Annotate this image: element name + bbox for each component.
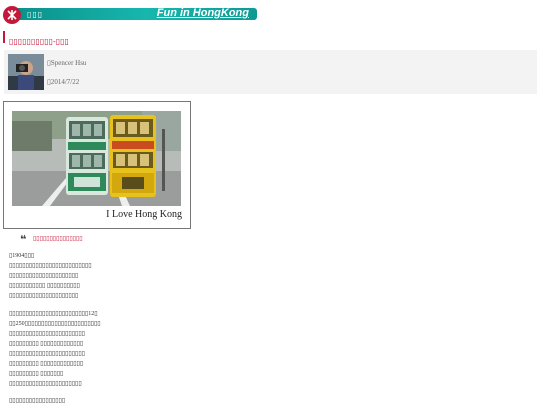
body-line: ▯▯▯▯▯▯▯▯▯▯▯▯▯▯▯▯▯▯▯▯▯▯▯ [9, 351, 85, 357]
yellow-tram [110, 115, 156, 197]
body-line: ▯▯▯▯▯▯▯▯▯▯▯▯▯▯▯▯▯▯▯▯▯ [9, 293, 79, 299]
banner-nav-text[interactable]: ▯▯▯ [27, 10, 43, 19]
body-line: ▯▯▯▯▯▯▯▯▯▯▯▯▯▯▯▯▯▯▯▯▯ [9, 273, 79, 279]
body-line: ▯▯▯▯▯▯▯▯▯▯▯▯▯▯▯▯▯▯▯▯▯▯▯▯12▯ [9, 311, 98, 317]
body-line: ▯▯▯▯▯▯▯▯▯▯▯▯▯▯▯▯▯▯▯▯▯▯▯▯▯ [9, 263, 92, 269]
body-line: ▯▯250▯▯▯▯▯▯▯▯▯▯▯▯▯▯▯▯▯▯▯▯▯▯▯ [9, 321, 101, 327]
body-line: ▯▯▯▯▯▯▯▯▯▯▯▯▯▯▯▯▯ [9, 398, 66, 404]
photo-frame: I Love Hong Kong [3, 101, 191, 229]
brand-link[interactable]: Fun in HongKong [157, 7, 249, 19]
body-line: ▯1904▯▯▯ [9, 253, 35, 259]
author-name[interactable]: ▯Spencer Hsu [47, 59, 86, 67]
body-line: ▯▯▯▯▯▯▯▯▯ ▯▯▯▯▯▯▯▯▯▯▯▯▯ [9, 361, 84, 367]
tram-photo [12, 111, 181, 206]
photo-caption: I Love Hong Kong [106, 209, 182, 220]
body-line: ▯▯▯▯▯▯▯▯▯▯▯ ▯▯▯▯▯▯▯▯▯▯ [9, 283, 80, 289]
white-tram [66, 117, 108, 195]
author-box: ▯Spencer Hsu ▯2014/7/22 [4, 50, 537, 94]
body-line: ▯▯▯▯▯▯▯▯▯ ▯▯▯▯▯▯▯▯▯▯▯▯▯ [9, 341, 84, 347]
site-banner: ▯▯▯ Fun in HongKong [3, 6, 257, 24]
post-date: ▯2014/7/22 [47, 78, 80, 86]
article-title-wrap: ▯▯▯▯▯▯▯▯▯▯-▯▯▯ [3, 31, 69, 46]
avatar[interactable] [8, 54, 44, 90]
body-line: ▯▯▯▯▯▯▯▯▯▯▯▯▯▯▯▯▯▯▯▯▯▯ [9, 381, 82, 387]
article-title: ▯▯▯▯▯▯▯▯▯▯-▯▯▯ [9, 37, 69, 46]
quote-icon: ❝ [20, 233, 27, 246]
body-line: ▯▯▯▯▯▯▯▯▯▯▯▯▯▯▯▯▯▯▯▯▯▯▯ [9, 331, 85, 337]
quote-text: ▯▯▯▯▯▯▯▯▯▯▯▯▯▯▯ [33, 236, 83, 242]
body-line: ▯▯▯▯▯▯▯▯▯ ▯▯▯▯▯▯▯ [9, 371, 64, 377]
mtr-logo-icon[interactable] [3, 6, 21, 24]
